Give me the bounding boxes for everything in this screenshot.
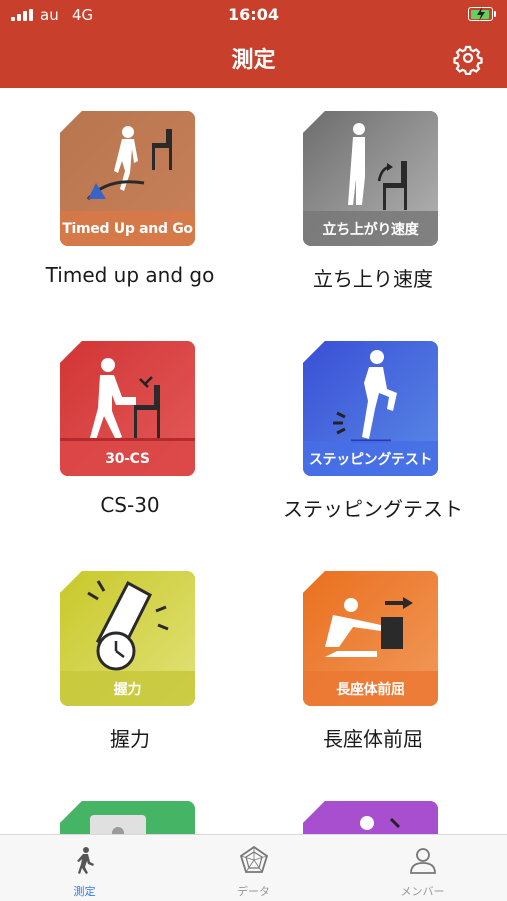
test-label: 長座体前屈: [323, 727, 423, 751]
tab-label: データ: [237, 885, 270, 898]
exercise-icon: [303, 801, 438, 834]
test-card: ステッピングテスト: [303, 341, 438, 476]
walking-person-icon: [77, 847, 94, 874]
test-card: 握力: [60, 571, 195, 706]
test-tile-cs-30[interactable]: 30-CS CS-30: [10, 341, 230, 517]
test-card-badge: ステッピングテスト: [303, 441, 438, 476]
person-icon: [410, 848, 436, 874]
test-label: 握力: [110, 727, 150, 751]
test-tile-sit-to-stand-speed[interactable]: 立ち上がり速度 立ち上り速度: [253, 111, 473, 291]
test-card-badge: 立ち上がり速度: [303, 211, 438, 246]
test-card-badge: Timed Up and Go: [60, 211, 195, 246]
settings-button[interactable]: [451, 41, 485, 76]
measurement-icon: [60, 801, 195, 834]
test-label: Timed up and go: [45, 263, 215, 287]
test-label: CS-30: [100, 493, 160, 517]
test-tile-6[interactable]: [10, 801, 230, 834]
test-tile-sit-and-reach[interactable]: 長座体前屈 長座体前屈: [253, 571, 473, 751]
test-label: ステッピングテスト: [283, 497, 463, 521]
tab-measurement[interactable]: 測定: [0, 835, 169, 901]
test-card: Timed Up and Go: [60, 111, 195, 246]
test-card-badge: 長座体前屈: [303, 671, 438, 706]
gear-icon: [453, 45, 483, 76]
tab-bar: 測定 データ メンバー: [0, 834, 507, 901]
test-tile-7[interactable]: [253, 801, 473, 834]
pentagon-chart-icon: [239, 845, 269, 873]
tab-label: メンバー: [400, 885, 445, 898]
test-card: [60, 801, 195, 834]
tab-data[interactable]: データ: [169, 835, 338, 901]
test-grid: Timed Up and Go Timed up and go 立ち上がり速度 …: [0, 88, 507, 834]
test-label: 立ち上り速度: [313, 267, 433, 291]
test-card: 立ち上がり速度: [303, 111, 438, 246]
tab-label: 測定: [73, 885, 96, 898]
test-tile-timed-up-and-go[interactable]: Timed Up and Go Timed up and go: [10, 111, 230, 287]
test-card-badge: 30-CS: [60, 441, 195, 476]
navigation-bar: 測定: [0, 28, 507, 88]
page-title: 測定: [231, 48, 276, 73]
status-bar: au 4G 16:04: [0, 0, 507, 28]
tab-members[interactable]: メンバー: [338, 835, 507, 901]
test-tile-grip-strength[interactable]: 握力 握力: [10, 571, 230, 751]
test-card: [303, 801, 438, 834]
test-card: 30-CS: [60, 341, 195, 476]
test-card: 長座体前屈: [303, 571, 438, 706]
test-card-badge: 握力: [60, 671, 195, 706]
battery-charging-icon: [468, 7, 496, 21]
status-time: 16:04: [228, 5, 279, 24]
test-tile-stepping-test[interactable]: ステッピングテスト ステッピングテスト: [253, 341, 473, 521]
